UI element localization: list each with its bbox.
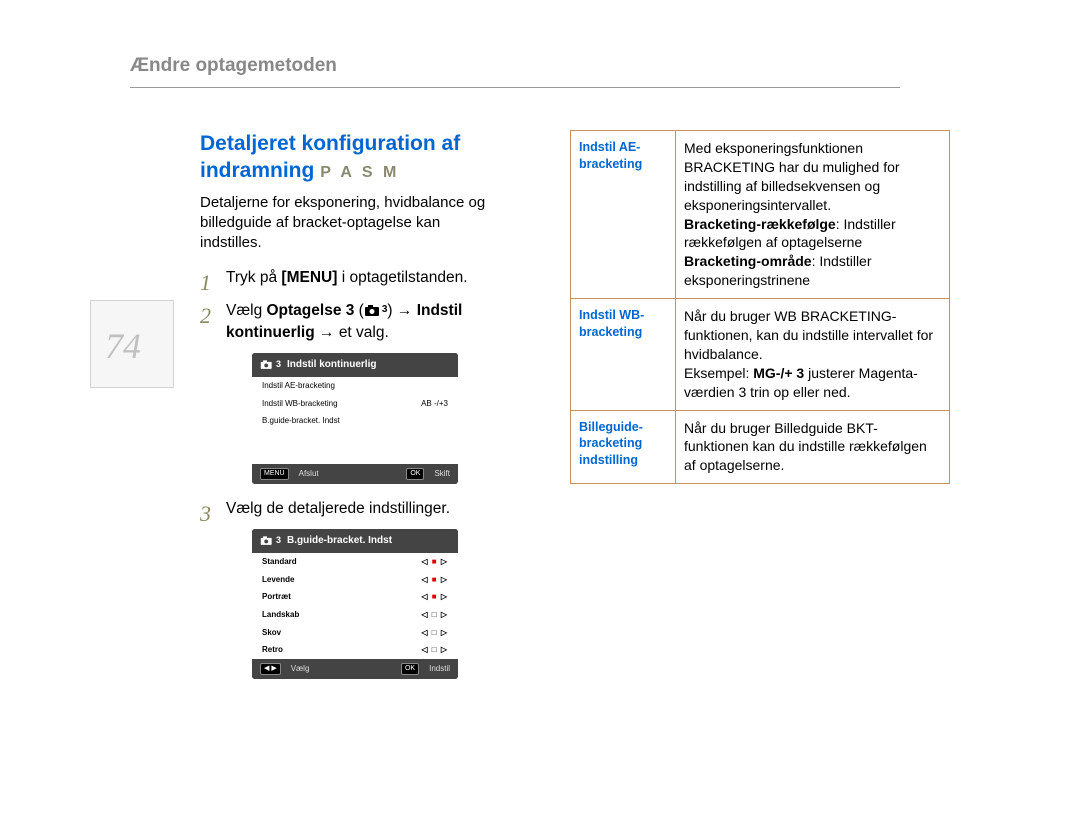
panel-header-num: 3 xyxy=(276,534,281,547)
page-number: 74 xyxy=(105,325,141,367)
panel-footer: ◀ ▶ Vælg OK Indstil xyxy=(252,659,458,679)
table-row: Indstil WB-bracketing Når du bruger WB B… xyxy=(571,299,950,410)
body-text: Med eksponeringsfunktionen BRACKETING ha… xyxy=(684,140,900,213)
row-label: Billeguide-bracketing indstilling xyxy=(571,410,676,484)
panel-body: Indstil AE-bracketing Indstil WB-bracket… xyxy=(252,377,458,464)
panel-row[interactable]: Landskab ◁ □ ▷ xyxy=(252,606,458,624)
body-text: Når du bruger WB BRACKETING-funktionen, … xyxy=(684,308,933,362)
step-2-b1: Optagelse 3 xyxy=(267,302,355,319)
steps-list: 1 Tryk på [MENU] i optagetilstanden. 2 V… xyxy=(200,267,500,679)
footer-right-label: Skift xyxy=(434,468,450,480)
row-body: Når du bruger WB BRACKETING-funktionen, … xyxy=(676,299,950,410)
panel-row[interactable]: Retro ◁ □ ▷ xyxy=(252,641,458,659)
selection-marker: ◁ □ ▷ xyxy=(421,627,448,639)
panel-title: Indstil kontinuerlig xyxy=(287,358,376,373)
panel-row[interactable]: Portræt ◁ ■ ▷ xyxy=(252,588,458,606)
step-3: 3 Vælg de detaljerede indstillinger. 3 B… xyxy=(200,498,500,679)
row-label: Levende xyxy=(262,574,294,586)
header: Ændre optagemetoden xyxy=(130,55,900,88)
step-3-text: Vælg de detaljerede indstillinger. xyxy=(226,500,450,517)
body-bold: MG-/+ 3 xyxy=(753,365,804,381)
table-row: Indstil AE-bracketing Med eksponeringsfu… xyxy=(571,131,950,299)
left-column: Detaljeret konfiguration af indramning P… xyxy=(200,130,500,693)
panel-row[interactable]: Indstil WB-bracketing AB -/+3 xyxy=(252,395,458,413)
header-title: Ændre optagemetoden xyxy=(130,55,337,76)
step-number: 1 xyxy=(200,267,211,299)
row-label: Indstil AE-bracketing xyxy=(262,380,335,392)
panel-title: B.guide-bracket. Indst xyxy=(287,534,392,549)
camera-icon: 3 xyxy=(260,358,281,371)
selection-marker: ◁ □ ▷ xyxy=(421,644,448,656)
panel-header: 3 Indstil kontinuerlig xyxy=(252,353,458,378)
intro-text: Detaljerne for eksponering, hvidbalance … xyxy=(200,193,500,254)
row-label: Portræt xyxy=(262,591,291,603)
menu-panel-indstil-kontinuerlig: 3 Indstil kontinuerlig Indstil AE-bracke… xyxy=(252,353,458,484)
panel-row[interactable]: Skov ◁ □ ▷ xyxy=(252,624,458,642)
step-number: 2 xyxy=(200,300,211,332)
selection-marker: ◁ ■ ▷ xyxy=(421,574,448,586)
panel-row[interactable]: Standard ◁ ■ ▷ xyxy=(252,553,458,571)
panel-header: 3 B.guide-bracket. Indst xyxy=(252,529,458,554)
body-text: Eksempel: xyxy=(684,365,753,381)
row-label: Standard xyxy=(262,556,297,568)
panel-row[interactable]: B.guide-bracket. Indst xyxy=(252,412,458,430)
body-bold: Bracketing-rækkefølge xyxy=(684,216,836,232)
menu-key-icon: MENU xyxy=(260,468,289,480)
panel-body: Standard◁ ■ ▷ Levende◁ ■ ▷ Portræt◁ ■ ▷ … xyxy=(252,553,458,659)
step-number: 3 xyxy=(200,498,211,530)
row-label: Indstil AE-bracketing xyxy=(571,131,676,299)
menu-panel-bguide-bracket: 3 B.guide-bracket. Indst Standard ◁ ■ ▷ L… xyxy=(252,529,458,679)
selection-marker: ◁ ■ ▷ xyxy=(421,591,448,603)
right-column: Indstil AE-bracketing Med eksponeringsfu… xyxy=(570,130,950,693)
body-bold: Bracketing-område xyxy=(684,253,812,269)
step-2-post: → et valg. xyxy=(315,324,389,341)
row-label: Skov xyxy=(262,627,281,639)
section-heading: Detaljeret konfiguration af indramning P… xyxy=(200,130,500,185)
row-body: Med eksponeringsfunktionen BRACKETING ha… xyxy=(676,131,950,299)
content: Detaljeret konfiguration af indramning P… xyxy=(200,130,950,693)
row-label: Indstil WB-bracketing xyxy=(262,398,338,410)
panel-footer: MENU Afslut OK Skift xyxy=(252,464,458,484)
ok-key-icon: OK xyxy=(401,663,419,675)
selection-marker: ◁ □ ▷ xyxy=(421,609,448,621)
step-1-post: i optagetilstanden. xyxy=(337,269,467,286)
row-label: Indstil WB-bracketing xyxy=(571,299,676,410)
panel-row[interactable]: Indstil AE-bracketing xyxy=(252,377,458,395)
camera-3-icon: 3 xyxy=(364,303,388,318)
row-label: B.guide-bracket. Indst xyxy=(262,415,340,427)
ok-key-icon: OK xyxy=(406,468,424,480)
step-1-bold: [MENU] xyxy=(281,269,337,286)
step-2-pre: Vælg xyxy=(226,302,267,319)
row-value: AB -/+3 xyxy=(421,398,448,410)
step-2-mid: ( xyxy=(354,302,363,319)
manual-page: Ændre optagemetoden 74 Detaljeret konfig… xyxy=(0,0,1080,815)
selection-marker: ◁ ■ ▷ xyxy=(421,556,448,568)
row-label: Retro xyxy=(262,644,283,656)
footer-left-label: Afslut xyxy=(299,468,319,480)
arrows-key-icon: ◀ ▶ xyxy=(260,663,281,675)
row-body: Når du bruger Billedguide BKT-funktionen… xyxy=(676,410,950,484)
footer-right-label: Indstil xyxy=(429,663,450,675)
footer-left-label: Vælg xyxy=(291,663,310,675)
step-2: 2 Vælg Optagelse 3 (3) → Indstil kontinu… xyxy=(200,300,500,484)
camera-icon: 3 xyxy=(260,534,281,547)
info-table: Indstil AE-bracketing Med eksponeringsfu… xyxy=(570,130,950,484)
row-label: Landskab xyxy=(262,609,299,621)
heading-line-1: Detaljeret konfiguration af xyxy=(200,132,460,155)
panel-row[interactable]: Levende ◁ ■ ▷ xyxy=(252,571,458,589)
heading-line-2: indramning xyxy=(200,159,314,182)
step-1-pre: Tryk på xyxy=(226,269,281,286)
panel-header-num: 3 xyxy=(276,358,281,371)
step-2-mid2: ) → xyxy=(387,302,416,319)
step-1: 1 Tryk på [MENU] i optagetilstanden. xyxy=(200,267,500,289)
mode-letters: P A S M xyxy=(320,164,399,181)
table-row: Billeguide-bracketing indstilling Når du… xyxy=(571,410,950,484)
